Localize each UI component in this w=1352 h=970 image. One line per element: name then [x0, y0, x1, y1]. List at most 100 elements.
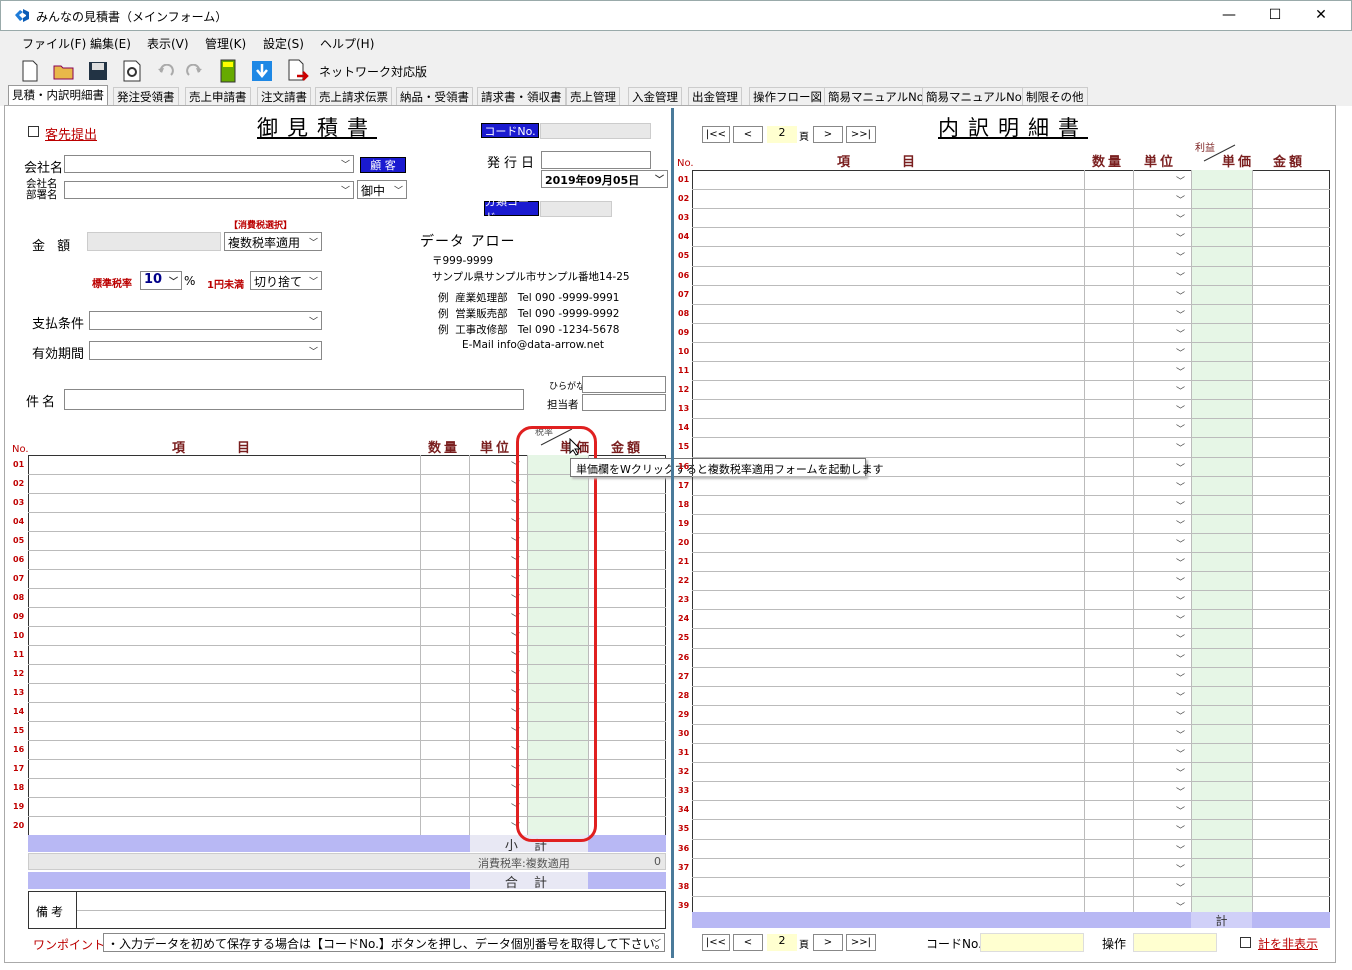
bd-table-row[interactable]	[692, 514, 1330, 533]
bd-table-row[interactable]	[692, 361, 1330, 380]
bd-table-row[interactable]	[692, 762, 1330, 781]
tab-3[interactable]: 売上申請書	[185, 87, 251, 105]
bd-table-row[interactable]	[692, 877, 1330, 896]
bd-table-row[interactable]	[692, 246, 1330, 265]
bd-table-row[interactable]	[692, 266, 1330, 285]
bd-table-row[interactable]	[692, 476, 1330, 495]
tab-5[interactable]: 売上請求伝票	[315, 87, 392, 105]
bd-bottom-first-button[interactable]: |<<	[702, 934, 730, 951]
bd-table-row[interactable]	[692, 457, 1330, 476]
menu-edit[interactable]: 編集(E)	[90, 35, 131, 52]
bd-table-row[interactable]	[692, 590, 1330, 609]
furigana-input[interactable]	[582, 376, 666, 393]
dept-select[interactable]: ﹀	[64, 181, 354, 199]
bd-table-row[interactable]	[692, 858, 1330, 877]
issue-date-picker[interactable]: 2019年09月05日 ﹀	[541, 170, 668, 188]
tab-1[interactable]: 見積・内訳明細書	[8, 85, 108, 106]
tab-8[interactable]: 売上管理	[566, 87, 620, 105]
bd-table-row[interactable]	[692, 705, 1330, 724]
bd-table-row[interactable]	[692, 437, 1330, 456]
bd-bottom-last-button[interactable]: >>|	[846, 934, 876, 951]
bd-op-field[interactable]	[1133, 933, 1217, 952]
bd-table-row[interactable]	[692, 495, 1330, 514]
tab-11[interactable]: 操作フロー図	[749, 87, 826, 105]
subject-input[interactable]	[64, 389, 524, 410]
tax-select[interactable]: 複数税率適用 ﹀	[224, 232, 322, 251]
bd-table-row[interactable]	[692, 800, 1330, 819]
tab-14[interactable]: 制限その他	[1022, 87, 1088, 105]
rounding-select[interactable]: 切り捨て ﹀	[250, 271, 322, 290]
undo-icon[interactable]	[154, 58, 178, 84]
bd-table-row[interactable]	[692, 609, 1330, 628]
tab-2[interactable]: 発注受領書	[113, 87, 179, 105]
preview-icon[interactable]	[120, 58, 144, 84]
bd-table-row[interactable]	[692, 571, 1330, 590]
bd-table-row[interactable]	[692, 819, 1330, 838]
honorific-select[interactable]: 御中 ﹀	[357, 180, 407, 199]
bd-last-page-button[interactable]: >>|	[846, 126, 876, 143]
company-select[interactable]: ﹀	[64, 155, 354, 173]
bd-table-row[interactable]	[692, 552, 1330, 571]
bd-table-row[interactable]	[692, 418, 1330, 437]
staff-input[interactable]	[582, 394, 666, 411]
bd-table-row[interactable]	[692, 189, 1330, 208]
bd-table-row[interactable]	[692, 380, 1330, 399]
maximize-button[interactable]: ☐	[1252, 0, 1298, 30]
bd-prev-page-button[interactable]: <	[733, 126, 763, 143]
calculator-icon[interactable]	[216, 58, 240, 84]
menu-file[interactable]: ファイル(F)	[22, 35, 86, 52]
download-icon[interactable]	[250, 58, 274, 84]
bd-table-row[interactable]	[692, 743, 1330, 762]
open-icon[interactable]	[52, 58, 76, 84]
issue-date-input[interactable]	[541, 151, 651, 169]
bd-first-page-button[interactable]: |<<	[702, 126, 730, 143]
menu-view[interactable]: 表示(V)	[147, 35, 189, 52]
bd-table-row[interactable]	[692, 208, 1330, 227]
bd-table-row[interactable]	[692, 342, 1330, 361]
menu-manage[interactable]: 管理(K)	[205, 35, 246, 52]
bd-bottom-prev-button[interactable]: <	[733, 934, 763, 951]
bd-bottom-next-button[interactable]: >	[813, 934, 843, 951]
new-icon[interactable]	[18, 58, 42, 84]
bd-table-row[interactable]	[692, 667, 1330, 686]
category-code-button[interactable]: 分類コード	[484, 195, 539, 224]
bd-table-row[interactable]	[692, 170, 1330, 189]
hide-total-label[interactable]: 計を非表示	[1258, 935, 1318, 952]
bd-table-row[interactable]	[692, 724, 1330, 743]
bd-table-row[interactable]	[692, 323, 1330, 342]
bd-next-page-button[interactable]: >	[813, 126, 843, 143]
tab-6[interactable]: 納品・受領書	[396, 87, 473, 105]
minimize-button[interactable]: —	[1206, 0, 1252, 30]
bd-table-row[interactable]	[692, 285, 1330, 304]
bd-table-row[interactable]	[692, 227, 1330, 246]
submit-label[interactable]: 客先提出	[45, 124, 97, 143]
std-rate-select[interactable]: 10 ﹀	[140, 271, 182, 290]
redo-icon[interactable]	[182, 58, 206, 84]
export-icon[interactable]	[286, 58, 310, 84]
save-icon[interactable]	[86, 58, 110, 84]
bd-table-row[interactable]	[692, 533, 1330, 552]
customer-button[interactable]: 顧 客	[360, 157, 406, 173]
validity-select[interactable]: ﹀	[89, 341, 322, 360]
bd-table-row[interactable]	[692, 628, 1330, 647]
hide-total-checkbox[interactable]	[1240, 937, 1251, 948]
menu-help[interactable]: ヘルプ(H)	[320, 35, 374, 52]
bd-table-row[interactable]	[692, 686, 1330, 705]
payment-select[interactable]: ﹀	[89, 311, 322, 330]
bd-table-row[interactable]	[692, 781, 1330, 800]
code-no-button[interactable]: コードNo.	[481, 123, 539, 138]
bd-table-row[interactable]	[692, 399, 1330, 418]
bd-table-row[interactable]	[692, 648, 1330, 667]
tab-7[interactable]: 請求書・領収書	[477, 87, 566, 105]
tab-9[interactable]: 入金管理	[628, 87, 682, 105]
close-button[interactable]: ✕	[1298, 0, 1344, 30]
bd-page-number[interactable]: 2	[767, 126, 797, 143]
tab-10[interactable]: 出金管理	[688, 87, 742, 105]
submit-checkbox[interactable]	[28, 126, 39, 137]
bd-table-row[interactable]	[692, 304, 1330, 323]
bd-table-row[interactable]	[692, 839, 1330, 858]
bd-code-no-field[interactable]	[980, 933, 1084, 952]
onepoint-select[interactable]: ・入力データを初めて保存する場合は【コードNo.】ボタンを押し、データ個別番号を…	[103, 933, 665, 952]
tab-4[interactable]: 注文請書	[257, 87, 311, 105]
bd-bottom-page-number[interactable]: 2	[767, 934, 797, 951]
